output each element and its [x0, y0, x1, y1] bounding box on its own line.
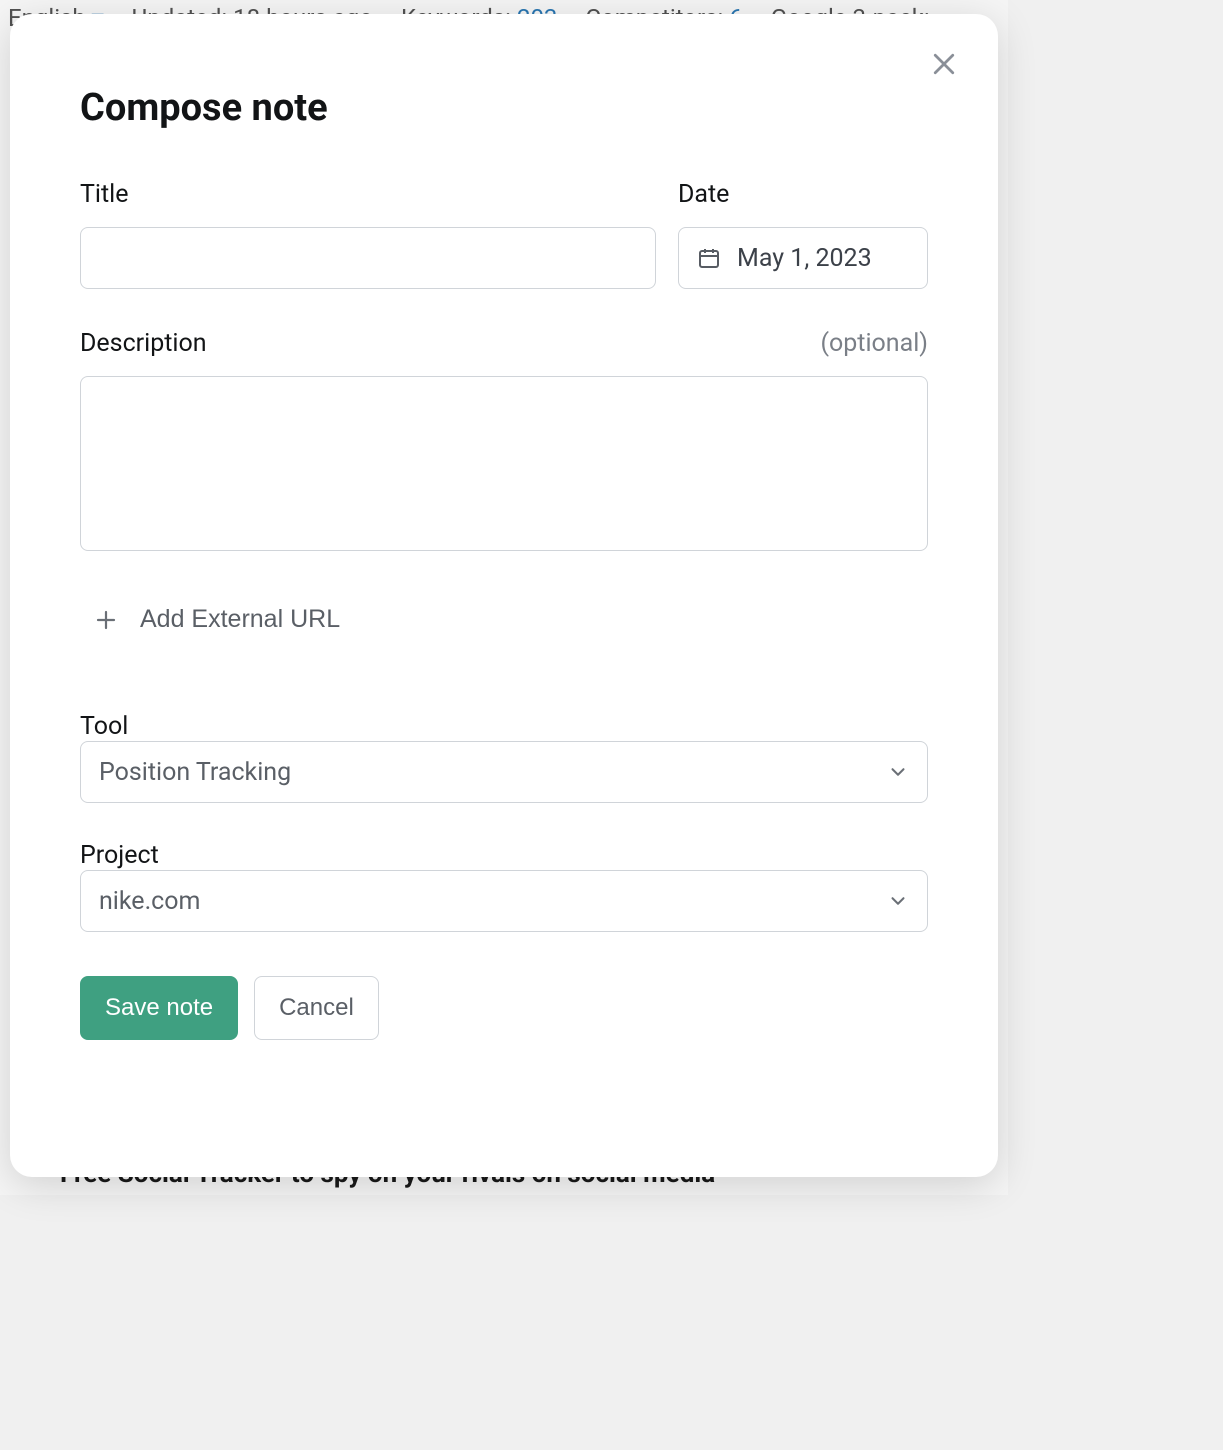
- chevron-down-icon: [887, 761, 909, 783]
- close-button[interactable]: [924, 44, 964, 84]
- project-value: nike.com: [99, 887, 200, 916]
- description-textarea[interactable]: [80, 376, 928, 551]
- title-label: Title: [80, 180, 656, 209]
- calendar-icon: [697, 246, 721, 270]
- modal-heading: Compose note: [80, 86, 928, 130]
- title-input[interactable]: [80, 227, 656, 289]
- save-note-button[interactable]: Save note: [80, 976, 238, 1040]
- tool-value: Position Tracking: [99, 758, 291, 787]
- plus-icon: [94, 608, 118, 632]
- tool-label: Tool: [80, 712, 128, 741]
- optional-label: (optional): [820, 329, 928, 358]
- cancel-button[interactable]: Cancel: [254, 976, 379, 1040]
- description-label: Description: [80, 329, 207, 358]
- tool-select[interactable]: Position Tracking: [80, 741, 928, 803]
- project-select[interactable]: nike.com: [80, 870, 928, 932]
- add-external-url-button[interactable]: Add External URL: [80, 597, 354, 642]
- chevron-down-icon: [887, 890, 909, 912]
- date-value: May 1, 2023: [737, 244, 872, 273]
- date-picker[interactable]: May 1, 2023: [678, 227, 928, 289]
- project-label: Project: [80, 841, 159, 870]
- close-icon: [929, 49, 959, 79]
- add-url-label: Add External URL: [140, 605, 340, 634]
- date-label: Date: [678, 180, 928, 209]
- compose-note-modal: Compose note Title Date May 1, 2023 Desc…: [10, 14, 998, 1177]
